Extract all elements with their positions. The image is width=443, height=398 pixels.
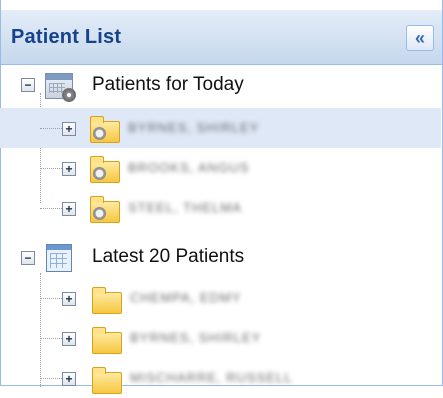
folder-clock-icon (90, 116, 120, 143)
tree-group-label: Latest 20 Patients (92, 246, 245, 267)
tree-item-patient[interactable]: + BROOKS, ANGUS (0, 148, 441, 188)
grid-icon (46, 244, 72, 272)
expand-toggle[interactable]: + (62, 372, 76, 386)
patient-name: STEEL, THELMA (128, 200, 242, 215)
tree-item-patient[interactable]: + BYRNES, SHIRLEY (0, 108, 441, 148)
patient-name: BYRNES, SHIRLEY (128, 120, 260, 135)
folder-icon (92, 327, 122, 354)
tree-item-patient[interactable]: + STEEL, THELMA (0, 188, 441, 228)
patient-name: MISCHARRE, RUSSELL (130, 370, 293, 385)
folder-icon (92, 367, 122, 394)
tree-item-patient[interactable]: + BYRNES, SHIRLEY (0, 318, 441, 358)
schedule-icon (45, 73, 76, 102)
tree-group-label: Patients for Today (92, 74, 244, 95)
collapse-toggle[interactable]: − (21, 78, 35, 92)
collapse-panel-button[interactable]: « (406, 25, 434, 51)
patient-tree: − Patients for Today + BYRNES, SHIRLEY +… (0, 65, 441, 394)
patient-name: BROOKS, ANGUS (128, 160, 250, 175)
folder-icon (92, 287, 122, 314)
folder-clock-icon (90, 196, 120, 223)
patient-name: CHEMPA, EDMY (130, 290, 242, 305)
expand-toggle[interactable]: + (62, 162, 76, 176)
panel-title: Patient List (11, 26, 122, 48)
tree-group-latest-20-patients[interactable]: − Latest 20 Patients (0, 237, 441, 277)
expand-toggle[interactable]: + (62, 122, 76, 136)
collapse-toggle[interactable]: − (21, 251, 35, 265)
folder-clock-icon (90, 156, 120, 183)
expand-toggle[interactable]: + (62, 202, 76, 216)
expand-toggle[interactable]: + (62, 332, 76, 346)
patient-name: BYRNES, SHIRLEY (130, 330, 262, 345)
tree-item-patient[interactable]: + CHEMPA, EDMY (0, 278, 441, 318)
tree-group-patients-for-today[interactable]: − Patients for Today (0, 65, 441, 105)
gear-icon (62, 88, 76, 102)
panel-header: Patient List « (1, 10, 442, 65)
tree-item-patient[interactable]: + MISCHARRE, RUSSELL (0, 358, 441, 398)
expand-toggle[interactable]: + (62, 292, 76, 306)
